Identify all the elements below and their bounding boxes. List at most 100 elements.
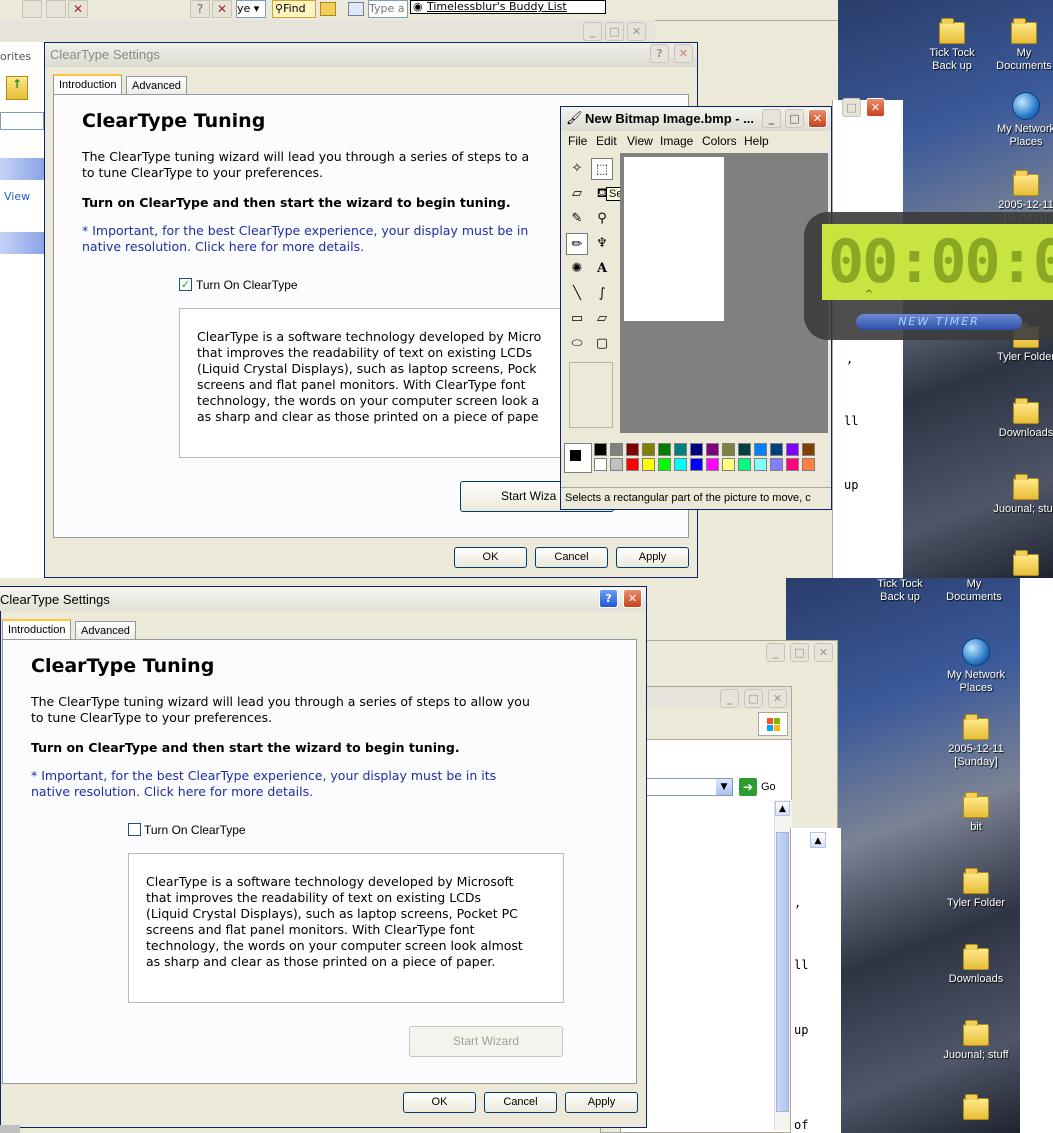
palette-swatch[interactable] [610, 458, 623, 471]
line-tool-icon[interactable]: ╲ [566, 283, 588, 305]
desktop-icon-folder-partial[interactable] [940, 1094, 1012, 1123]
cancel-button[interactable]: Cancel [484, 1092, 557, 1113]
minimize-button[interactable]: _ [583, 22, 602, 41]
desktop-icon-my-network-places[interactable]: My Network Places [990, 92, 1053, 149]
palette-swatch[interactable] [642, 458, 655, 471]
scroll-up-icon[interactable]: ▲ [810, 832, 826, 848]
palette-swatch[interactable] [786, 458, 799, 471]
color-palette[interactable] [594, 443, 834, 473]
polygon-tool-icon[interactable]: ▱ [591, 308, 613, 330]
palette-swatch[interactable] [770, 443, 783, 456]
maximize-button[interactable] [46, 0, 66, 18]
menu-edit[interactable]: Edit [596, 131, 617, 151]
palette-swatch[interactable] [786, 443, 799, 456]
minimize-button[interactable]: _ [766, 643, 785, 662]
eraser-icon[interactable]: ▱ [566, 183, 588, 205]
desktop-icon-2005-12-11[interactable]: 2005-12-11 [Sunday] [940, 714, 1012, 769]
palette-swatch[interactable] [674, 458, 687, 471]
palette-swatch[interactable] [594, 458, 607, 471]
buddy-list-taskbar-item[interactable]: ◉ Timelessblur's Buddy List [410, 0, 606, 14]
favorites-fragment[interactable]: orites [0, 50, 31, 63]
menu-colors[interactable]: Colors [702, 131, 737, 151]
desktop-icon-downloads[interactable]: Downloads [990, 398, 1053, 440]
scroll-up-icon[interactable]: ▲ [775, 801, 790, 816]
maximize-button[interactable]: □ [842, 98, 861, 117]
close-button[interactable]: ✕ [674, 44, 693, 63]
menu-view[interactable]: View [627, 131, 653, 151]
palette-swatch[interactable] [754, 443, 767, 456]
tab-introduction[interactable]: Introduction [53, 74, 123, 95]
desktop-icon-folder-partial[interactable] [990, 550, 1053, 579]
palette-swatch[interactable] [802, 443, 815, 456]
pencil-icon[interactable]: ✏ [566, 233, 588, 255]
scrollbar-thumb[interactable] [776, 832, 789, 1112]
palette-swatch[interactable] [626, 458, 639, 471]
go-label[interactable]: Go [761, 781, 776, 793]
help-button[interactable]: ? [190, 0, 210, 18]
go-arrow-icon[interactable]: ➔ [739, 778, 757, 796]
view-fragment[interactable]: View [4, 190, 30, 203]
maximize-button[interactable]: □ [605, 22, 624, 41]
toolbar-dropdown[interactable]: ye ▾ [236, 0, 266, 18]
palette-swatch[interactable] [706, 443, 719, 456]
close-button[interactable]: ✕ [212, 0, 232, 18]
palette-swatch[interactable] [690, 458, 703, 471]
palette-swatch[interactable] [642, 443, 655, 456]
chevron-down-icon[interactable]: ▼ [716, 779, 732, 795]
palette-swatch[interactable] [594, 443, 607, 456]
help-button[interactable]: ? [599, 589, 618, 608]
find-button[interactable]: ⚲Find [272, 0, 316, 18]
minimize-button[interactable]: _ [762, 109, 781, 128]
tab-advanced[interactable]: Advanced [126, 76, 187, 95]
desktop-icon-journal[interactable]: Juounal; stuff [990, 474, 1053, 516]
desktop-icon-tyler-folder[interactable]: Tyler Folder [940, 868, 1012, 910]
palette-swatch[interactable] [722, 458, 735, 471]
paint-canvas[interactable] [624, 157, 724, 321]
rectangle-tool-icon[interactable]: ▭ [566, 308, 588, 330]
apply-button[interactable]: Apply [565, 1092, 638, 1113]
current-colors[interactable] [564, 443, 592, 473]
tab-introduction[interactable]: Introduction [2, 619, 72, 640]
close-button[interactable]: ✕ [814, 643, 833, 662]
palette-swatch[interactable] [626, 443, 639, 456]
help-button[interactable]: ? [650, 44, 669, 63]
palette-swatch[interactable] [674, 443, 687, 456]
turn-on-cleartype-label[interactable]: Turn On ClearType [144, 823, 246, 837]
brush-icon[interactable]: ♆ [591, 233, 613, 255]
apply-button[interactable]: Apply [616, 547, 689, 568]
close-button[interactable]: ✕ [808, 109, 827, 128]
turn-on-cleartype-label[interactable]: Turn On ClearType [196, 278, 298, 292]
maximize-button[interactable]: □ [785, 109, 804, 128]
start-wizard-button[interactable]: Start Wizard [409, 1026, 563, 1057]
desktop-icon-tick-tock[interactable]: Tick Tock Back up [864, 578, 936, 604]
important-note-line[interactable]: * Important, for the best ClearType expe… [82, 223, 528, 239]
important-note-line[interactable]: native resolution. Click here for more d… [82, 239, 364, 255]
menu-file[interactable]: File [568, 131, 587, 151]
palette-swatch[interactable] [610, 443, 623, 456]
text-tool-icon[interactable]: A [591, 258, 613, 280]
chevron-up-icon[interactable]: ^ [862, 289, 876, 301]
desktop-icon-my-documents[interactable]: My Documents [938, 578, 1010, 604]
close-button[interactable]: ✕ [623, 589, 642, 608]
desktop-icon-my-documents[interactable]: My Documents [988, 18, 1053, 73]
desktop-icon-downloads[interactable]: Downloads [940, 944, 1012, 986]
maximize-button[interactable]: □ [744, 689, 763, 708]
palette-swatch[interactable] [802, 458, 815, 471]
minimize-button[interactable] [22, 0, 42, 18]
rounded-rect-tool-icon[interactable]: ▢ [591, 333, 613, 355]
palette-swatch[interactable] [690, 443, 703, 456]
important-note-line[interactable]: * Important, for the best ClearType expe… [31, 768, 496, 784]
close-button[interactable]: ✕ [768, 689, 787, 708]
magnifier-icon[interactable]: ⚲ [591, 208, 613, 230]
up-folder-icon[interactable]: ↑ [6, 76, 28, 100]
menu-image[interactable]: Image [660, 131, 693, 151]
tool-options-box[interactable] [569, 362, 613, 428]
turn-on-cleartype-checkbox[interactable]: ✓ [179, 278, 192, 291]
ok-button[interactable]: OK [403, 1092, 476, 1113]
curve-tool-icon[interactable]: ∫ [591, 283, 613, 305]
desktop-icon-tick-tock[interactable]: Tick Tock Back up [916, 18, 988, 73]
menu-help[interactable]: Help [744, 131, 769, 151]
desktop-icon-bit[interactable]: bit [940, 792, 1012, 834]
desktop-icon-my-network-places[interactable]: My Network Places [940, 638, 1012, 695]
palette-swatch[interactable] [658, 458, 671, 471]
